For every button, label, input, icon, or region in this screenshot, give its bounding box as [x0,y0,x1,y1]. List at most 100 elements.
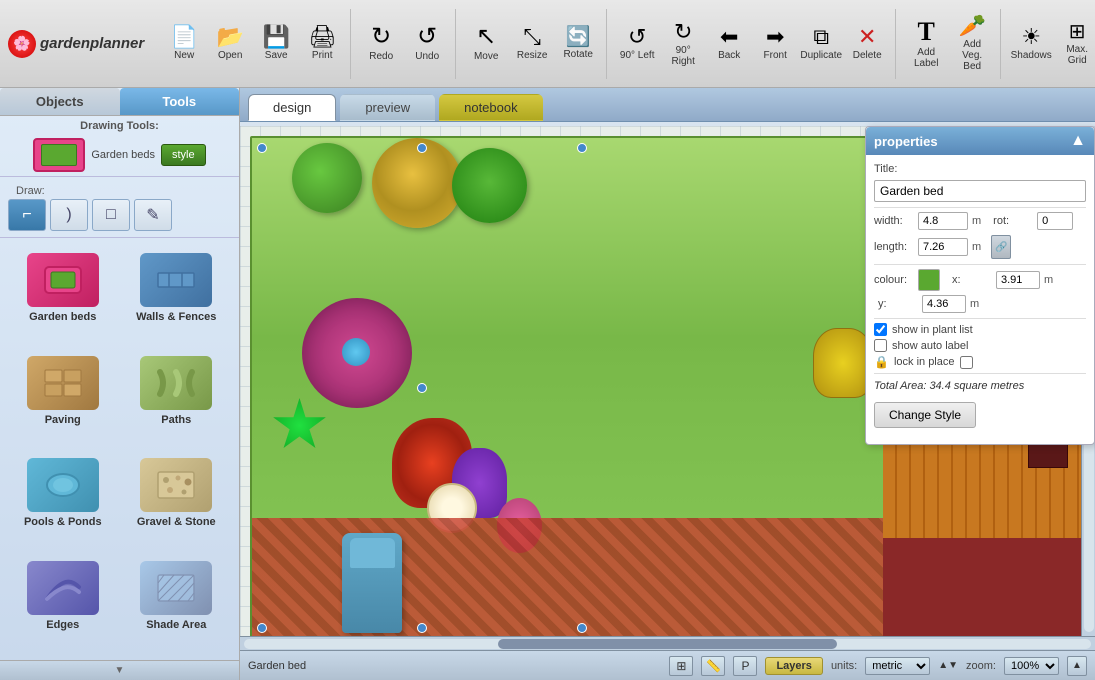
shadows-button[interactable]: ☀ Shadows [1009,12,1053,76]
divider-1 [874,207,1086,208]
zoom-up-button[interactable]: ▲ [1067,656,1087,676]
show-auto-label-row: show auto label [874,339,1086,352]
print-button[interactable]: 🖨 Print [300,12,344,76]
object-walls-fences[interactable]: Walls & Fences [122,246,232,345]
units-select[interactable]: metric imperial [865,657,930,675]
90right-button[interactable]: ↻ 90° Right [661,12,705,76]
units-arrow: ▲▼ [938,660,958,671]
main-area: Objects Tools Drawing Tools: Garden beds… [0,88,1095,680]
move-button[interactable]: ↖ Move [464,12,508,76]
open-button[interactable]: 📂 Open [208,12,252,76]
add-veg-bed-button[interactable]: 🥕 Add Veg. Bed [950,12,994,76]
draw-freehand-button[interactable]: ✎ [134,199,172,231]
length-unit: m [972,241,981,253]
show-plant-list-label: show in plant list [892,324,973,336]
draw-rect-button[interactable]: ⌐ [8,199,46,231]
selection-handle-bc [417,623,427,633]
tab-design[interactable]: design [248,94,336,121]
horizontal-scrollbar[interactable] [240,636,1095,650]
logo-icon: 🌸 [8,30,36,58]
rot-input[interactable] [1037,212,1073,230]
length-input[interactable] [918,238,968,256]
90right-label: 90° Right [664,45,702,67]
draw-square-button[interactable]: □ [92,199,130,231]
zoom-select[interactable]: 100% 75% 50% 150% [1004,657,1059,675]
tab-notebook[interactable]: notebook [439,94,543,121]
style-button[interactable]: style [161,144,206,166]
object-garden-beds[interactable]: Garden beds [8,246,118,345]
width-input[interactable] [918,212,968,230]
properties-panel: properties ▲ Title: width: m rot: [865,126,1095,445]
object-paths[interactable]: Paths [122,349,232,448]
tree-2 [372,138,462,228]
lock-ratio-button[interactable]: 🔗 [991,235,1011,259]
colour-swatch[interactable] [918,269,940,291]
shade-area-label: Shade Area [146,619,206,631]
undo-button[interactable]: ↺ Undo [405,12,449,76]
new-button[interactable]: 📄 New [162,12,206,76]
duplicate-label: Duplicate [800,50,842,61]
save-label: Save [265,50,288,61]
tree-1 [292,143,362,213]
redo-button[interactable]: ↻ Redo [359,12,403,76]
tab-objects[interactable]: Objects [0,88,120,115]
new-icon: 📄 [170,26,197,48]
garden-bed-preview [33,138,85,172]
grid-button[interactable]: ⊞ [669,656,693,676]
save-button[interactable]: 💾 Save [254,12,298,76]
change-style-button[interactable]: Change Style [874,402,976,428]
tab-tools[interactable]: Tools [120,88,240,115]
back-button[interactable]: ⬅ Back [707,12,751,76]
divider-4 [874,373,1086,374]
canvas-area: design preview notebook [240,88,1095,680]
draw-curve-button[interactable]: ) [50,199,88,231]
object-paving[interactable]: Paving [8,349,118,448]
paths-icon [140,356,212,410]
units-label: units: [831,660,857,672]
object-shade-area[interactable]: Shade Area [122,554,232,653]
duplicate-button[interactable]: ⧉ Duplicate [799,12,843,76]
scroll-down-button[interactable]: ▼ [0,660,239,680]
draw-section: Draw: [0,181,239,199]
90left-button[interactable]: ↺ 90° Left [615,12,659,76]
max-grid-button[interactable]: ⊞ Max. Grid [1055,12,1095,76]
title-input-row [874,180,1086,202]
y-input[interactable] [922,295,966,313]
show-plant-list-checkbox[interactable] [874,323,887,336]
resize-button[interactable]: ⤡ Resize [510,12,554,76]
object-pools-ponds[interactable]: Pools & Ponds [8,451,118,550]
redo-label: Redo [369,51,393,62]
pin-button[interactable]: P [733,656,757,676]
x-input[interactable] [996,271,1040,289]
canvas-tabs: design preview notebook [240,88,1095,122]
object-edges[interactable]: Edges [8,554,118,653]
resize-label: Resize [517,50,548,61]
objects-grid: Garden beds Walls & Fences [0,238,239,660]
delete-button[interactable]: ✕ Delete [845,12,889,76]
object-gravel-stone[interactable]: Gravel & Stone [122,451,232,550]
logo: 🌸 gardenplanner [8,30,144,58]
properties-title: properties [874,134,938,149]
properties-collapse-button[interactable]: ▲ [1070,133,1086,149]
ruler-button[interactable]: 📏 [701,656,725,676]
y-label: y: [878,298,918,310]
width-row: width: m rot: [874,212,1086,230]
max-grid-icon: ⊞ [1069,22,1086,42]
left-panel: Objects Tools Drawing Tools: Garden beds… [0,88,240,680]
show-auto-label-label: show auto label [892,340,968,352]
title-input[interactable] [874,180,1086,202]
h-scroll-thumb[interactable] [498,639,837,649]
front-icon: ➡ [766,26,784,48]
add-label-button[interactable]: T Add Label [904,12,948,76]
show-auto-label-checkbox[interactable] [874,339,887,352]
tab-preview[interactable]: preview [340,94,435,121]
print-label: Print [312,50,333,61]
lock-in-place-checkbox[interactable] [960,356,973,369]
colour-row: colour: x: m y: m [874,269,1086,313]
layers-button[interactable]: Layers [765,657,822,675]
front-button[interactable]: ➡ Front [753,12,797,76]
lock-icon: 🔒 [874,355,889,369]
rotate-button[interactable]: 🔄 Rotate [556,12,600,76]
drawing-tools-label: Drawing Tools: [0,116,239,134]
car [342,533,402,633]
